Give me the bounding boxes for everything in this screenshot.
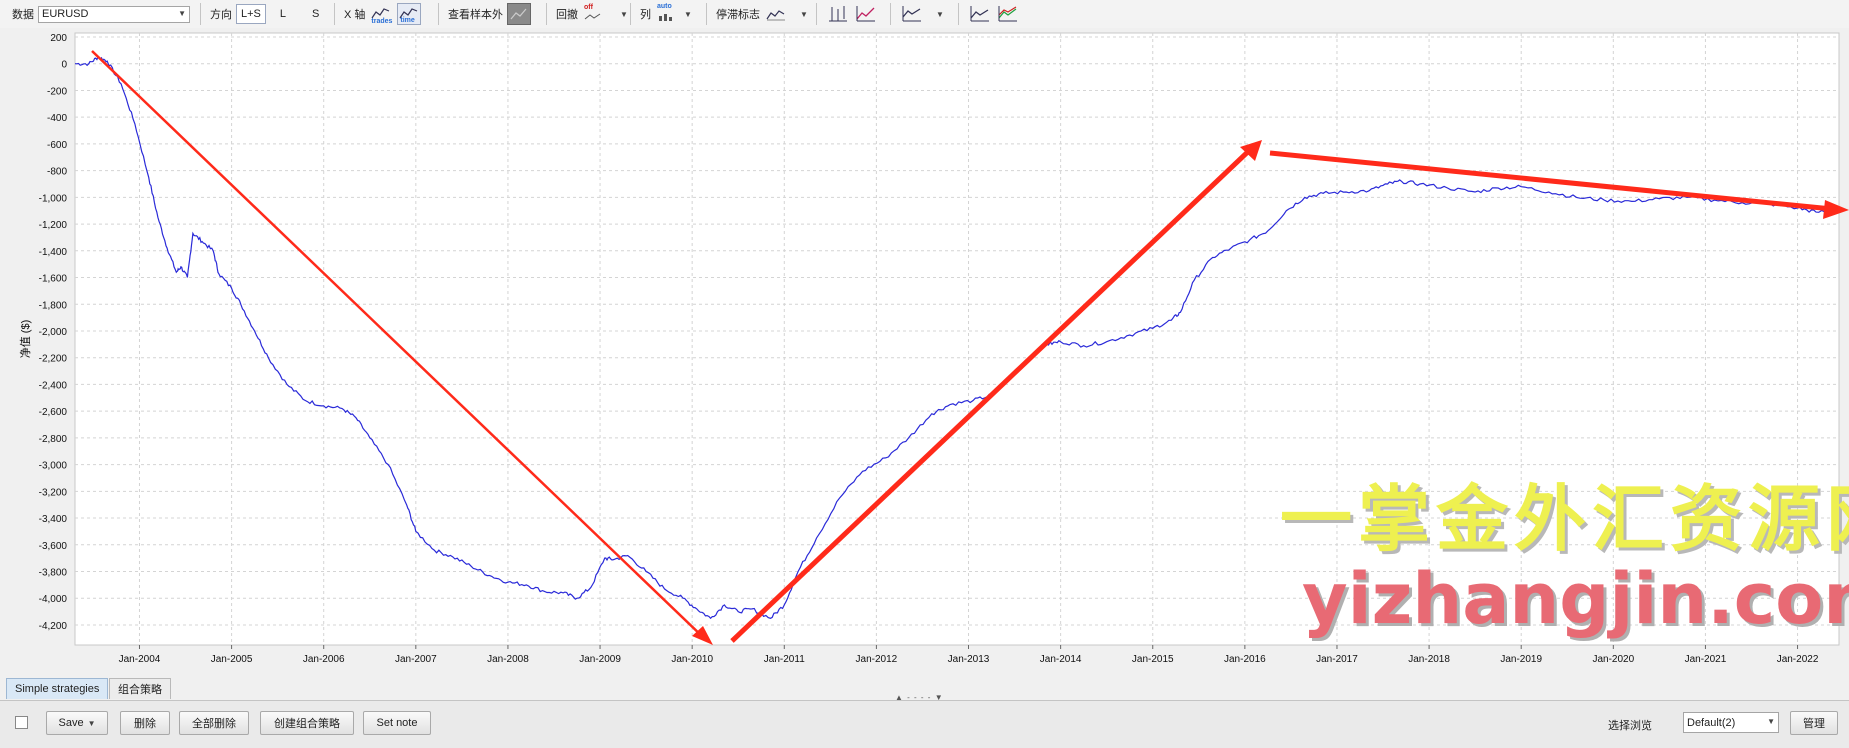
stagnation-chart-icon — [766, 10, 785, 21]
y-tick-label: -2,200 — [39, 354, 68, 365]
y-axis-label: 净值 ($) — [18, 320, 32, 359]
y-tick-label: -1,600 — [39, 274, 68, 285]
single-equity-button[interactable] — [968, 3, 992, 25]
select-all-checkbox[interactable] — [15, 716, 28, 729]
y-tick-label: -3,000 — [39, 461, 68, 472]
x-tick-label: Jan-2018 — [1408, 654, 1450, 665]
x-tick-label: Jan-2004 — [119, 654, 161, 665]
x-tick-label: Jan-2013 — [948, 654, 990, 665]
x-tick-label: Jan-2016 — [1224, 654, 1266, 665]
direction-short-button[interactable]: S — [308, 4, 323, 24]
delete-button[interactable]: 删除 — [120, 711, 170, 735]
single-line-icon — [970, 6, 989, 22]
x-tick-label: Jan-2008 — [487, 654, 529, 665]
y-tick-label: -1,400 — [39, 247, 68, 258]
columns-label: 列 — [640, 9, 651, 21]
x-tick-label: Jan-2014 — [1040, 654, 1082, 665]
watermark-chinese: 一掌金外汇资源网 — [1280, 477, 1849, 561]
x-tick-label: Jan-2017 — [1316, 654, 1358, 665]
x-tick-label: Jan-2009 — [579, 654, 621, 665]
view-select-label: 选择浏览 — [1608, 720, 1652, 732]
drawdown-toggle[interactable]: off — [582, 3, 606, 25]
strategy-tabs: Simple strategies 组合策略 — [0, 676, 1849, 701]
x-tick-label: Jan-2005 — [211, 654, 253, 665]
y-axis: 200 0 -200 -400 -600 -800 -1,000 -1,200 -1,400 -1… — [39, 33, 68, 632]
x-tick-label: Jan-2020 — [1592, 654, 1634, 665]
y-tick-label: -3,600 — [39, 541, 68, 552]
stagnation-label: 停滞标志 — [716, 9, 760, 21]
x-tick-label: Jan-2022 — [1777, 654, 1819, 665]
tab-combined-strategies[interactable]: 组合策略 — [109, 678, 171, 699]
xaxis-label: X 轴 — [344, 9, 366, 21]
outsample-toggle[interactable] — [507, 3, 531, 25]
y-tick-label: -400 — [47, 113, 67, 124]
symbol-select[interactable]: EURUSD ▼ — [38, 5, 190, 23]
line-chart-icon — [856, 6, 875, 22]
chevron-down-icon: ▼ — [1767, 717, 1775, 726]
stagnation-toggle[interactable] — [764, 3, 788, 25]
y-tick-label: -200 — [47, 86, 67, 97]
y-tick-label: -2,600 — [39, 407, 68, 418]
multi-line-icon — [998, 6, 1017, 22]
y-tick-label: -3,800 — [39, 568, 68, 579]
xaxis-trades-button[interactable]: trades — [369, 3, 393, 25]
y-tick-label: -1,800 — [39, 300, 68, 311]
y-tick-label: -2,000 — [39, 327, 68, 338]
y-tick-label: -800 — [47, 167, 67, 178]
direction-long-button[interactable]: L — [276, 4, 290, 24]
x-tick-label: Jan-2019 — [1500, 654, 1542, 665]
x-tick-label: Jan-2011 — [764, 654, 805, 665]
multi-equity-button[interactable] — [996, 3, 1020, 25]
main-toolbar: 数据 EURUSD ▼ 方向 L+S L S X 轴 trades time 查… — [0, 0, 1849, 29]
columns-dropdown-icon[interactable]: ▼ — [684, 10, 692, 19]
outsample-chart-icon — [510, 8, 527, 20]
chevron-down-icon: ▼ — [87, 718, 96, 728]
view-select[interactable]: Default(2) ▼ — [1683, 712, 1779, 733]
x-tick-label: Jan-2015 — [1132, 654, 1174, 665]
y-tick-label: -1,000 — [39, 193, 68, 204]
y-tick-label: -3,200 — [39, 487, 68, 498]
direction-label: 方向 — [210, 9, 232, 21]
x-tick-label: Jan-2021 — [1685, 654, 1727, 665]
y-tick-label: 0 — [61, 60, 67, 71]
candlestick-icon — [829, 6, 847, 22]
x-tick-label: Jan-2007 — [395, 654, 437, 665]
drawdown-dropdown-icon[interactable]: ▼ — [620, 10, 628, 19]
chart-style-button[interactable] — [900, 3, 924, 25]
x-tick-label: Jan-2006 — [303, 654, 345, 665]
xaxis-time-button[interactable]: time — [397, 3, 422, 25]
stagnation-dropdown-icon[interactable]: ▼ — [800, 10, 808, 19]
tab-simple-strategies[interactable]: Simple strategies — [6, 678, 109, 699]
y-tick-label: 200 — [50, 33, 67, 44]
set-note-button[interactable]: Set note — [363, 711, 431, 735]
direction-long-short-button[interactable]: L+S — [236, 4, 266, 24]
y-tick-label: -2,800 — [39, 434, 68, 445]
chevron-down-icon: ▼ — [178, 8, 186, 18]
columns-toggle[interactable]: auto — [655, 3, 679, 25]
y-tick-label: -1,200 — [39, 220, 68, 231]
drawdown-label: 回撤 — [556, 9, 578, 21]
y-tick-label: -600 — [47, 140, 67, 151]
data-label: 数据 — [12, 9, 34, 21]
save-button[interactable]: Save ▼ — [46, 711, 108, 735]
x-tick-label: Jan-2012 — [856, 654, 898, 665]
create-combo-button[interactable]: 创建组合策略 — [260, 711, 354, 735]
y-tick-label: -4,000 — [39, 594, 68, 605]
line-chart-button[interactable] — [854, 3, 878, 25]
y-tick-label: -3,400 — [39, 514, 68, 525]
delete-all-button[interactable]: 全部删除 — [179, 711, 249, 735]
bottom-action-bar: Save ▼ 删除 全部删除 创建组合策略 Set note 选择浏览 Defa… — [0, 701, 1849, 748]
x-tick-label: Jan-2010 — [671, 654, 713, 665]
y-tick-label: -2,400 — [39, 380, 68, 391]
y-tick-label: -4,200 — [39, 621, 68, 632]
chart-style-dropdown-icon[interactable]: ▼ — [936, 10, 944, 19]
manage-button[interactable]: 管理 — [1790, 711, 1838, 735]
bar-chart-button[interactable] — [826, 3, 850, 25]
watermark-domain: yizhangjin.com — [1302, 558, 1849, 640]
x-axis: Jan-2004 Jan-2005 Jan-2006 Jan-2007 Jan-2008… — [119, 645, 1819, 665]
equity-line-icon — [902, 6, 921, 22]
outsample-label: 查看样本外 — [448, 9, 503, 21]
